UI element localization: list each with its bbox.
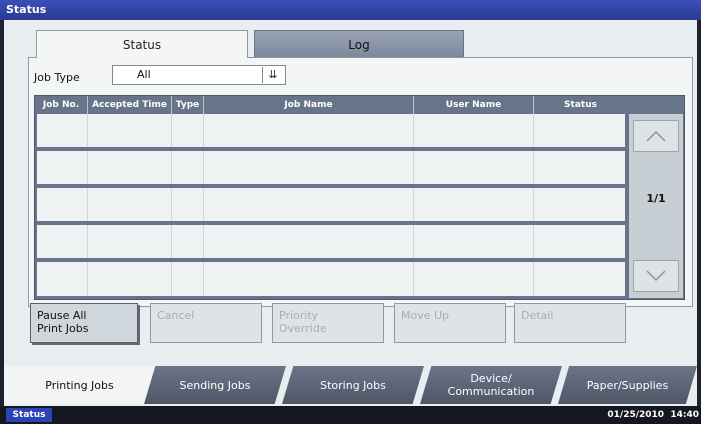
column-job-no: Job No. xyxy=(35,96,88,114)
priority-override-button[interactable]: Priority Override xyxy=(272,303,384,343)
window-title: Status xyxy=(0,0,701,20)
table-body xyxy=(37,114,625,298)
job-type-value: All xyxy=(137,68,151,81)
move-up-button[interactable]: Move Up xyxy=(394,303,506,343)
table-row[interactable] xyxy=(37,188,625,221)
date-display: 01/25/2010 xyxy=(607,410,665,420)
pause-all-print-jobs-button[interactable]: Pause All Print Jobs xyxy=(30,303,138,343)
tab-status[interactable]: Status xyxy=(36,30,248,58)
cancel-button[interactable]: Cancel xyxy=(150,303,262,343)
status-screen: Status Log Job Type All ⇊ Job No. Accept… xyxy=(4,20,697,406)
column-job-name: Job Name xyxy=(204,96,414,114)
scroll-up-button[interactable] xyxy=(633,120,679,152)
chevron-up-icon xyxy=(646,130,666,142)
table-row[interactable] xyxy=(37,225,625,258)
table-header: Job No. Accepted Time Type Job Name User… xyxy=(35,96,627,114)
tab-paper-supplies[interactable]: Paper/Supplies xyxy=(558,366,697,404)
tab-storing-jobs[interactable]: Storing Jobs xyxy=(282,366,424,404)
column-status: Status xyxy=(564,100,597,110)
table-row[interactable] xyxy=(37,262,625,296)
status-bar: Status 01/25/2010 14:40 xyxy=(0,406,701,424)
tab-device-communication[interactable]: Device/ Communication xyxy=(420,366,562,404)
page-indicator: 1/1 xyxy=(646,192,666,205)
date-time: 01/25/2010 14:40 xyxy=(607,408,699,422)
table-row[interactable] xyxy=(37,114,625,147)
chevron-down-icon xyxy=(646,270,666,282)
status-button[interactable]: Status xyxy=(6,408,52,422)
job-type-label: Job Type xyxy=(34,71,80,84)
table-row[interactable] xyxy=(37,151,625,184)
tab-log[interactable]: Log xyxy=(254,30,464,58)
tab-printing-jobs[interactable]: Printing Jobs xyxy=(4,366,156,404)
table-scrollbar: 1/1 xyxy=(629,114,683,298)
scroll-down-button[interactable] xyxy=(633,260,679,292)
column-user-name: User Name xyxy=(414,96,534,114)
job-table: Job No. Accepted Time Type Job Name User… xyxy=(34,95,685,300)
detail-button[interactable]: Detail xyxy=(514,303,626,343)
time-display: 14:40 xyxy=(670,410,699,420)
bottom-tab-bar: Printing Jobs Sending Jobs Storing Jobs … xyxy=(4,366,697,404)
column-type: Type xyxy=(172,96,204,114)
double-chevron-down-icon: ⇊ xyxy=(262,67,283,83)
column-accepted-time: Accepted Time xyxy=(88,96,172,114)
tab-sending-jobs[interactable]: Sending Jobs xyxy=(144,366,286,404)
job-type-select[interactable]: All ⇊ xyxy=(112,65,286,85)
